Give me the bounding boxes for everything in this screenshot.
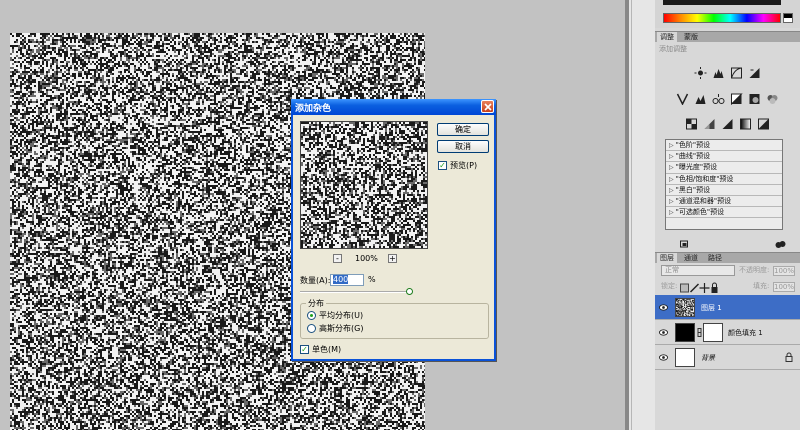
eye-icon[interactable] (659, 303, 668, 312)
layer-row-background[interactable]: 背景 (655, 345, 800, 370)
ok-button[interactable]: 确定 (437, 123, 489, 136)
color-spectrum[interactable] (663, 13, 781, 23)
channel-mixer-icon[interactable] (766, 92, 780, 105)
layer-mask-thumbnail (703, 323, 723, 342)
preview-label: 预览(P) (450, 161, 478, 170)
amount-value: 400 (333, 275, 349, 284)
posterize-icon[interactable] (703, 117, 717, 130)
layer-thumbnail-fill (675, 323, 695, 342)
blend-row: 正常 不透明度: 100% (655, 264, 800, 278)
opacity-label: 不透明度: (739, 266, 770, 274)
fill-label: 填充: (753, 282, 770, 290)
monochrome-label: 单色(M) (312, 345, 342, 354)
dialog-title: 添加杂色 (295, 104, 332, 114)
preview-noise-image (301, 122, 427, 248)
layer-thumbnail-background (675, 348, 695, 367)
gaussian-label: 高斯分布(G) (319, 324, 364, 333)
adjustments-subtitle: 添加调整 (659, 45, 687, 53)
preset-curves[interactable]: "曲线"预设 (666, 151, 782, 163)
invert-icon[interactable] (685, 117, 699, 130)
cancel-button[interactable]: 取消 (437, 140, 489, 153)
photo-filter-icon[interactable] (748, 92, 762, 105)
tab-channels[interactable]: 通道 (681, 253, 701, 264)
vibrance-icon[interactable] (676, 92, 690, 105)
preview-checkbox[interactable]: ✓ (438, 161, 447, 170)
panel-options-icon[interactable] (773, 237, 787, 250)
color-balance-icon[interactable] (712, 92, 726, 105)
preset-channel-mixer[interactable]: "通道混和器"预设 (666, 196, 782, 208)
selective-color-icon[interactable] (757, 117, 771, 130)
color-swatch-dark (663, 0, 781, 5)
layer-name: 颜色填充 1 (728, 329, 763, 337)
uniform-radio[interactable] (307, 311, 316, 320)
opacity-field[interactable]: 100% (773, 266, 795, 276)
tab-adjustments[interactable]: 调整 (657, 32, 677, 43)
lock-row: 锁定: 填充: 100% (655, 280, 800, 294)
black-white-icon[interactable] (730, 92, 744, 105)
preset-levels[interactable]: "色阶"预设 (666, 140, 782, 152)
preset-exposure[interactable]: "曝光度"预设 (666, 162, 782, 174)
levels-icon[interactable] (712, 66, 726, 79)
adjustment-presets-list: "色阶"预设 "曲线"预设 "曝光度"预设 "色相/饱和度"预设 "黑白"预设 … (665, 139, 783, 230)
fill-field[interactable]: 100% (773, 282, 795, 292)
lock-label: 锁定: (661, 282, 678, 290)
preset-hue-saturation[interactable]: "色相/饱和度"预设 (666, 174, 782, 185)
brightness-icon[interactable] (694, 66, 708, 79)
zoom-level: 100% (355, 254, 378, 263)
curves-icon[interactable] (730, 66, 744, 79)
hue-saturation-icon[interactable] (694, 92, 708, 105)
amount-slider-track[interactable] (300, 291, 410, 293)
gaussian-radio[interactable] (307, 324, 316, 333)
clip-layer-icon[interactable] (677, 237, 691, 250)
panel-divider (625, 0, 655, 430)
add-noise-dialog: 添加杂色 确定 取消 ✓ 预览(P) - 100% + 数量(A): 400 %… (291, 99, 496, 361)
monochrome-checkbox[interactable]: ✓ (300, 345, 309, 354)
color-panel (655, 0, 800, 28)
tab-masks[interactable]: 蒙版 (681, 32, 701, 43)
amount-slider-thumb[interactable] (406, 288, 413, 295)
tab-paths[interactable]: 路径 (705, 253, 725, 264)
adjustments-tabs: 调整 蒙版 (655, 31, 800, 43)
amount-input[interactable]: 400 (330, 274, 364, 286)
zoom-out-button[interactable]: - (333, 254, 342, 263)
link-chain-icon (697, 328, 702, 337)
preview-area[interactable] (300, 121, 428, 249)
gradient-map-icon[interactable] (739, 117, 753, 130)
zoom-in-button[interactable]: + (388, 254, 397, 263)
amount-label: 数量(A): (300, 276, 331, 285)
adjustment-icons-row-3 (655, 117, 800, 130)
adjustments-footer (655, 236, 800, 250)
close-button[interactable] (481, 100, 494, 113)
right-panels: 调整 蒙版 添加调整 "色阶"预设 "曲线"预设 "曝光度"预设 "色相/饱和度… (655, 0, 800, 430)
eye-icon[interactable] (659, 328, 668, 337)
distribution-group: 分布 平均分布(U) 高斯分布(G) (300, 298, 489, 339)
threshold-icon[interactable] (721, 117, 735, 130)
uniform-label: 平均分布(U) (319, 311, 364, 320)
dialog-titlebar[interactable]: 添加杂色 (291, 99, 496, 115)
lock-all-icon[interactable] (707, 281, 721, 294)
layer-thumbnail-noise (675, 298, 695, 317)
layers-tabs: 图层 通道 路径 (655, 252, 800, 264)
layer-name: 图层 1 (701, 304, 722, 312)
tab-layers[interactable]: 图层 (657, 253, 677, 264)
blend-mode-select[interactable]: 正常 (661, 265, 735, 276)
distribution-label: 分布 (306, 298, 326, 309)
eye-icon[interactable] (659, 353, 668, 362)
lock-icon (785, 352, 793, 362)
layer-name: 背景 (701, 354, 715, 362)
amount-unit: % (368, 275, 376, 284)
layer-row-layer1[interactable]: 图层 1 (655, 295, 800, 320)
close-icon (483, 102, 492, 111)
preset-black-white[interactable]: "黑白"预设 (666, 185, 782, 196)
adjustment-icons-row-1 (655, 66, 800, 79)
adjustment-icons-row-2 (655, 92, 800, 105)
black-white-swatch[interactable] (783, 13, 793, 23)
layer-row-color-fill[interactable]: 颜色填充 1 (655, 320, 800, 345)
preset-selective-color[interactable]: "可选颜色"预设 (666, 207, 782, 219)
exposure-icon[interactable] (748, 66, 762, 79)
